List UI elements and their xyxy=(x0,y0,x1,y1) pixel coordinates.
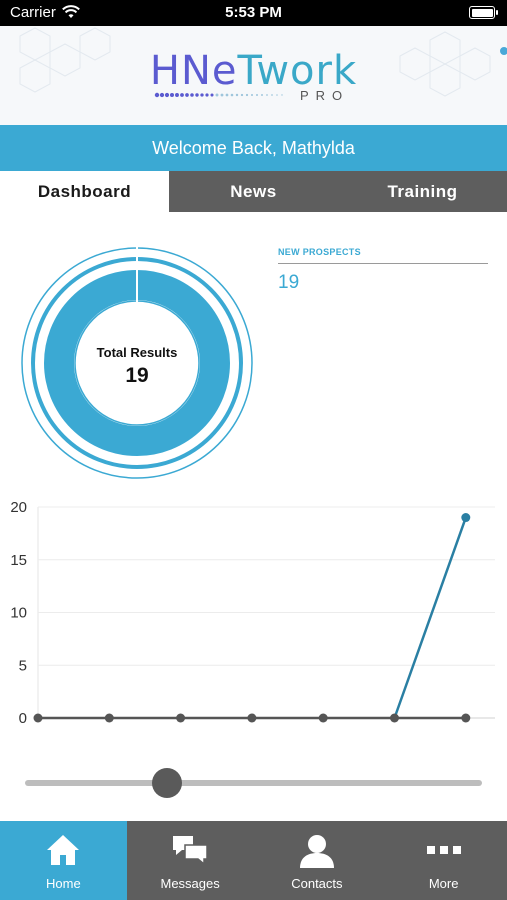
nav-more-label: More xyxy=(428,876,459,891)
logo-dots xyxy=(154,92,283,98)
data-point xyxy=(247,713,257,723)
new-prospects-label: NEW PROSPECTS xyxy=(278,247,361,257)
results-line-chart: 0 5 10 15 20 xyxy=(10,499,495,727)
slider-thumb[interactable] xyxy=(151,768,182,798)
data-point xyxy=(461,713,471,723)
data-point xyxy=(33,713,43,723)
data-point xyxy=(318,713,328,723)
logo-subtitle: PRO xyxy=(300,88,350,103)
contacts-icon xyxy=(299,835,334,868)
y-tick-label: 15 xyxy=(10,552,27,569)
series-segment xyxy=(393,517,467,719)
tab-dashboard[interactable]: Dashboard xyxy=(0,171,169,212)
y-tick-label: 5 xyxy=(19,657,27,674)
nav-contacts[interactable]: Contacts xyxy=(254,821,381,900)
nav-home[interactable]: Home xyxy=(0,821,127,900)
home-icon xyxy=(47,835,80,865)
battery-icon xyxy=(469,6,498,19)
more-icon xyxy=(426,846,461,854)
messages-icon xyxy=(173,836,208,866)
tab-training[interactable]: Training xyxy=(338,171,507,212)
slider-track[interactable] xyxy=(25,780,482,786)
total-results-value: 19 xyxy=(125,364,149,387)
y-tick-label: 20 xyxy=(10,499,27,516)
bottom-nav: Home Messages Contacts More xyxy=(0,821,507,900)
logo-header: HNeTwork PRO xyxy=(0,26,507,125)
divider xyxy=(278,263,488,264)
y-tick-label: 0 xyxy=(19,710,27,727)
nav-messages[interactable]: Messages xyxy=(127,821,254,900)
welcome-banner: Welcome Back, Mathylda xyxy=(0,125,507,171)
data-point xyxy=(104,713,114,723)
total-results-donut: Total Results 19 xyxy=(20,246,254,480)
nav-more[interactable]: More xyxy=(380,821,507,900)
app-logo: HNeTwork xyxy=(149,48,358,94)
data-point xyxy=(461,513,471,523)
total-results-label: Total Results xyxy=(96,345,178,360)
status-time: 5:53 PM xyxy=(225,4,282,21)
status-bar: Carrier 5:53 PM xyxy=(0,0,507,26)
nav-home-label: Home xyxy=(46,876,81,891)
nav-messages-label: Messages xyxy=(160,876,220,891)
tab-news[interactable]: News xyxy=(169,171,338,212)
nav-contacts-label: Contacts xyxy=(291,876,343,891)
data-point xyxy=(390,713,399,723)
new-prospects-value: 19 xyxy=(278,272,300,293)
tab-bar: Dashboard News Training xyxy=(0,171,507,212)
data-point xyxy=(176,713,186,723)
y-tick-label: 10 xyxy=(10,605,27,622)
